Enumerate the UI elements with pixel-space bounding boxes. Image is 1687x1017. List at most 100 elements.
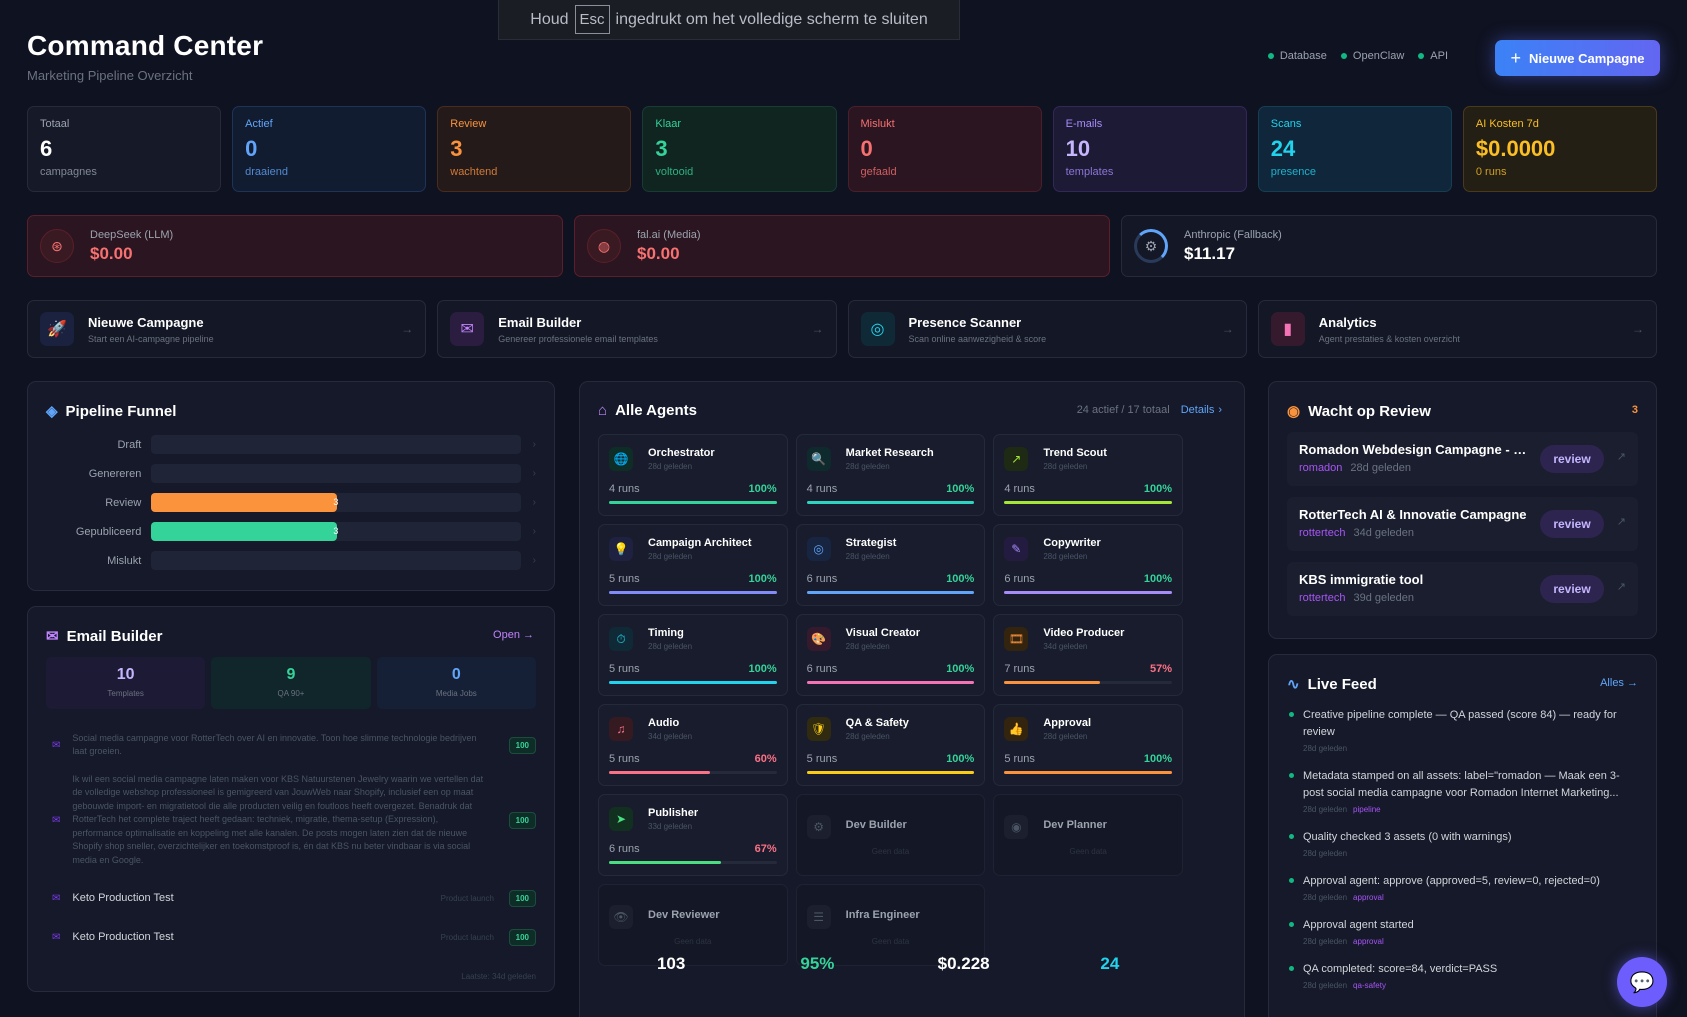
email-template-item[interactable]: ✉ Keto Production Test Product launch 10… [46,924,536,950]
stat-label: Actief [245,118,273,130]
funnel-title: Pipeline Funnel [65,402,177,420]
agent-card[interactable]: ⏱ Timing 28d geleden 5 runs 100% [598,614,788,696]
action-email-builder[interactable]: ✉ Email Builder Genereer professionele ema… [437,300,837,358]
agent-progress-track [609,861,777,864]
template-tag: Product launch [440,893,494,903]
stat-value: 6 [40,136,53,161]
toast-pre: Houd [530,10,569,28]
stat-templates: 10 Templates [46,657,206,709]
new-campaign-button[interactable]: + Nieuwe Campagne [1495,40,1660,76]
chevron-right-icon: › [1218,404,1222,416]
agent-card[interactable]: 🌐 Orchestrator 28d geleden 4 runs 100% [598,434,788,516]
agent-runs: 6 runs [609,843,640,855]
agent-time: 28d geleden [845,732,890,741]
agent-runs: 5 runs [609,753,640,765]
funnel-row[interactable]: Draft › [46,430,536,459]
mail-icon: ✉ [52,892,61,904]
email-builder-open-link[interactable]: Open → [493,629,534,641]
stat-card[interactable]: AI Kosten 7d $0.0000 0 runs [1462,106,1657,192]
agent-runs: 6 runs [806,663,838,675]
review-button[interactable]: review [1540,445,1604,473]
agent-name: Video Producer [1043,627,1125,639]
email-template-item[interactable]: ✉ Keto Production Test Product launch 10… [46,885,536,911]
chevron-right-icon: › [532,526,536,537]
funnel-row[interactable]: Review 3 › [46,488,536,517]
stat-card[interactable]: Totaal 6 campagnes [27,106,222,192]
agent-card[interactable]: ➤ Publisher 33d geleden 6 runs 67% [598,794,788,876]
agent-card[interactable]: 💡 Campaign Architect 28d geleden 5 runs … [598,524,788,606]
cost-card-falai[interactable]: ◍ fal.ai (Media) $0.00 [574,215,1110,277]
action-presence-scanner[interactable]: ◎ Presence Scanner Scan online aanwezighei… [847,300,1247,358]
agent-runs: 5 runs [609,663,640,675]
agent-empty: Geen data [674,937,712,946]
funnel-row[interactable]: Genereren › [46,459,536,488]
agent-icon: 💡 [609,537,633,561]
agent-card[interactable]: ↗ Trend Scout 28d geleden 4 runs 100% [993,434,1183,516]
agent-runs: 5 runs [609,573,640,585]
funnel-row[interactable]: Mislukt › [46,546,536,575]
stat-card[interactable]: Actief 0 draaiend [232,106,427,192]
cost-row: ⊛ DeepSeek (LLM) $0.00 ◍ fal.ai (Media) $0… [27,215,1657,277]
agent-progress-fill [609,591,777,594]
agent-card[interactable]: 🎨 Visual Creator 28d geleden 6 runs 100% [795,614,986,696]
agent-card[interactable]: ♫ Audio 34d geleden 5 runs 60% [598,704,788,786]
agent-progress-fill [609,771,710,774]
feed-item: Approval agent started 28d geleden approv… [1287,917,1638,946]
agent-progress-fill [1004,501,1172,504]
agent-success: 100% [946,753,975,765]
arrow-right-icon: → [811,322,824,336]
review-item[interactable]: KBS immigratie tool rottertech 39d gelede… [1287,562,1638,616]
agent-card[interactable]: ◉ Dev Planner Geen data [993,794,1183,876]
agent-runs: 5 runs [806,753,838,765]
stat-card[interactable]: Klaar 3 voltooid [642,106,837,192]
agent-name: Timing [648,627,684,639]
stat-media-jobs: 0 Media Jobs [376,657,536,709]
action-new-campaign[interactable]: 🚀 Nieuwe Campagne Start een AI-campagne pi… [27,300,427,358]
activity-icon: ∿ [1287,676,1300,693]
cost-card-deepseek[interactable]: ⊛ DeepSeek (LLM) $0.00 [27,215,563,277]
feed-ago: 28d geleden [1303,805,1348,814]
agent-success: 67% [754,843,777,855]
agent-card[interactable]: 🛡 QA & Safety 28d geleden 5 runs 100% [795,704,986,786]
review-button[interactable]: review [1540,575,1604,603]
mail-icon: ✉ [46,628,59,645]
feed-item: Metadata stamped on all assets: label="r… [1287,768,1638,814]
agent-name: Approval [1043,717,1092,729]
funnel-row[interactable]: Gepubliceerd 3 › [46,517,536,546]
cost-card-anthropic[interactable]: ⚙ Anthropic (Fallback) $11.17 [1121,215,1657,277]
external-link-icon[interactable]: ↗ [1617,580,1626,593]
agent-progress-fill [806,591,975,594]
bar-chart-icon: ▮ [1270,312,1305,346]
external-link-icon[interactable]: ↗ [1617,515,1626,528]
agent-card[interactable]: 🎞 Video Producer 34d geleden 7 runs 57% [993,614,1183,696]
agent-time: 28d geleden [648,462,693,471]
stat-card[interactable]: Scans 24 presence [1257,106,1452,192]
agent-name: Dev Planner [1043,819,1107,831]
stat-card[interactable]: Mislukt 0 gefaald [847,106,1042,192]
feed-dot-icon [1289,878,1294,883]
stat-card[interactable]: E-mails 10 templates [1052,106,1247,192]
review-item[interactable]: RotterTech AI & Innovatie Campagne rotte… [1287,497,1638,551]
agent-card[interactable]: ✎ Copywriter 28d geleden 6 runs 100% [993,524,1183,606]
feed-all-link[interactable]: Alles → [1600,677,1638,689]
chat-button[interactable]: 💬 [1617,957,1667,1007]
agent-card[interactable]: 👍 Approval 28d geleden 5 runs 100% [993,704,1183,786]
review-item-title: Romadon Webdesign Campagne - T... [1299,442,1529,457]
palette-icon: ◍ [587,229,621,263]
agent-card[interactable]: ◎ Strategist 28d geleden 6 runs 100% [795,524,986,606]
feed-text: Metadata stamped on all assets: label="r… [1303,770,1620,799]
action-analytics[interactable]: ▮ Analytics Agent prestaties & kosten over… [1257,300,1657,358]
agent-card[interactable]: ⚙ Dev Builder Geen data [795,794,986,876]
external-link-icon[interactable]: ↗ [1617,450,1626,463]
email-template-item[interactable]: ✉ Social media campagne voor RotterTech … [46,731,536,759]
email-template-item[interactable]: ✉ Ik wil een social media campagne laten… [46,773,536,867]
brain-icon: ⊛ [40,229,74,263]
agents-details-link[interactable]: Details [1181,404,1215,416]
review-item[interactable]: Romadon Webdesign Campagne - T... romado… [1287,432,1638,486]
agent-success: 100% [946,573,975,585]
stat-card[interactable]: Review 3 wachtend [437,106,632,192]
review-button[interactable]: review [1540,510,1604,538]
agent-card[interactable]: 🔍 Market Research 28d geleden 4 runs 100… [795,434,986,516]
agent-name: Campaign Architect [648,537,752,549]
agent-name: Strategist [845,537,897,549]
